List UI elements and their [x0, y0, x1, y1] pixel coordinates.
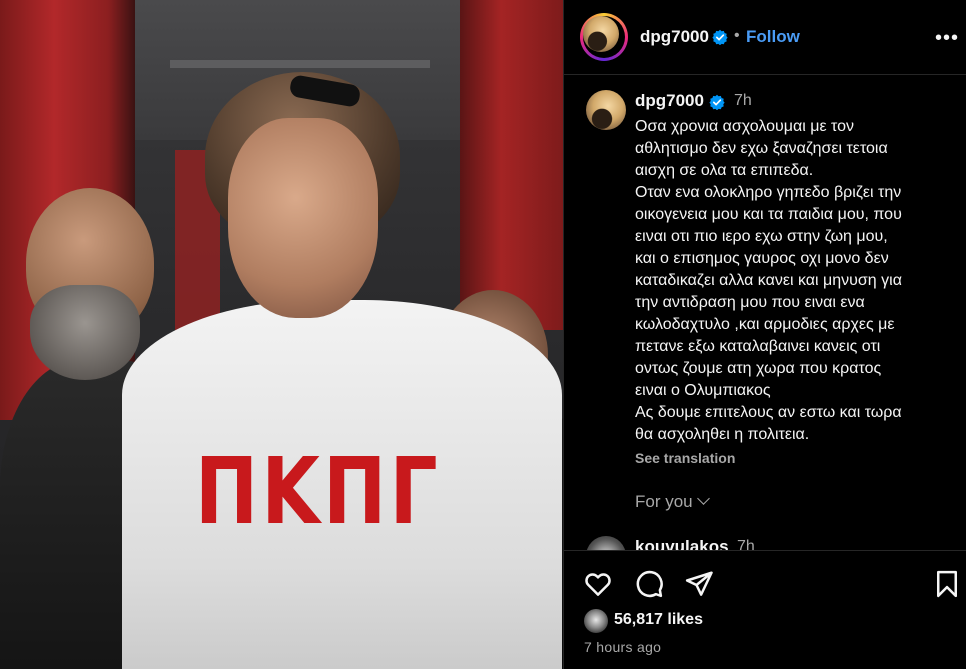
- commenter-username[interactable]: kouvulakos: [635, 537, 729, 550]
- header-separator: •: [734, 27, 740, 44]
- see-translation-link[interactable]: See translation: [635, 450, 735, 466]
- post-side-panel: dpg7000 • Follow ••• dpg7000 7h Οσα χρον…: [563, 0, 966, 669]
- avatar: [583, 16, 619, 52]
- chevron-down-icon: [696, 492, 710, 505]
- caption-line: Οταν ενα ολοκληρο γηπεδο βριζει την: [635, 184, 902, 201]
- for-you-label: For you: [635, 492, 693, 511]
- caption-line: κωλοδαχτυλο ,και αρμοδιες αρχες με: [635, 316, 895, 333]
- for-you-dropdown[interactable]: For you: [635, 492, 710, 512]
- photo-main-man-face: [228, 118, 378, 318]
- caption-line: την αντιδραση μου που ειναι ενα: [635, 294, 865, 311]
- caption-line: Ας δουμε επιτελους αν εστω και τωρα: [635, 404, 902, 421]
- photo-shirt-text: ΠΚΠΓ: [195, 438, 441, 545]
- caption-avatar[interactable]: [586, 90, 626, 130]
- photo-bald-man-beard: [30, 285, 140, 380]
- story-ring-avatar[interactable]: [580, 13, 628, 61]
- likes-count[interactable]: 56,817 likes: [614, 611, 703, 629]
- bookmark-icon[interactable]: [932, 569, 962, 599]
- share-icon[interactable]: [684, 569, 714, 599]
- caption-line: ειναι ο Ολυμπιακος: [635, 382, 771, 399]
- next-comment-partial: kouvulakos 7h: [584, 536, 964, 550]
- photo-background-red-wall-right: [460, 0, 563, 330]
- liker-avatar[interactable]: [584, 609, 608, 633]
- header-username[interactable]: dpg7000: [640, 27, 709, 47]
- caption-line: θα ασχοληθει η πολιτεια.: [635, 426, 810, 443]
- post-header: dpg7000 • Follow •••: [564, 0, 966, 75]
- comment-icon[interactable]: [634, 569, 664, 599]
- caption-timestamp[interactable]: 7h: [734, 92, 752, 110]
- caption-line: αθλητισμο δεν εχω ξαναζησει τετοια: [635, 140, 888, 157]
- photo-background-stripe: [170, 60, 430, 68]
- caption-line: και ο επισημος γαυρος οχι μονο δεν: [635, 250, 889, 267]
- heart-icon[interactable]: [583, 569, 613, 599]
- verified-badge-icon: [712, 29, 728, 45]
- more-horizontal-icon[interactable]: •••: [935, 27, 959, 50]
- comment-timestamp: 7h: [737, 538, 755, 550]
- caption-line: οντως ζουμε ατη χωρα που κρατος: [635, 360, 882, 377]
- caption-line: Οσα χρονια ασχολουμαι με τον: [635, 118, 855, 135]
- post-actions-bar: 56,817 likes 7 hours ago: [564, 550, 966, 669]
- caption-line: οικογενεια μου και τα παιδια μου, που: [635, 206, 902, 223]
- caption-line: αισχη σε ολα τα επιπεδα.: [635, 162, 814, 179]
- caption-line: καταδικαζει αλλα κανει και μηνυση για: [635, 272, 902, 289]
- caption-text: Οσα χρονια ασχολουμαι με τον αθλητισμο δ…: [635, 116, 965, 446]
- follow-button[interactable]: Follow: [746, 27, 800, 47]
- commenter-avatar[interactable]: [586, 536, 626, 550]
- caption-line: πετανε εξω καταλαβαινει κανεις οτι: [635, 338, 881, 355]
- post-photo[interactable]: ΠΚΠΓ: [0, 0, 563, 669]
- caption-line: ειναι οτι πιο ιερο εχω στην ζωη μου,: [635, 228, 888, 245]
- verified-badge-icon: [709, 94, 725, 110]
- caption-username[interactable]: dpg7000: [635, 91, 704, 111]
- post-time-ago[interactable]: 7 hours ago: [584, 639, 661, 655]
